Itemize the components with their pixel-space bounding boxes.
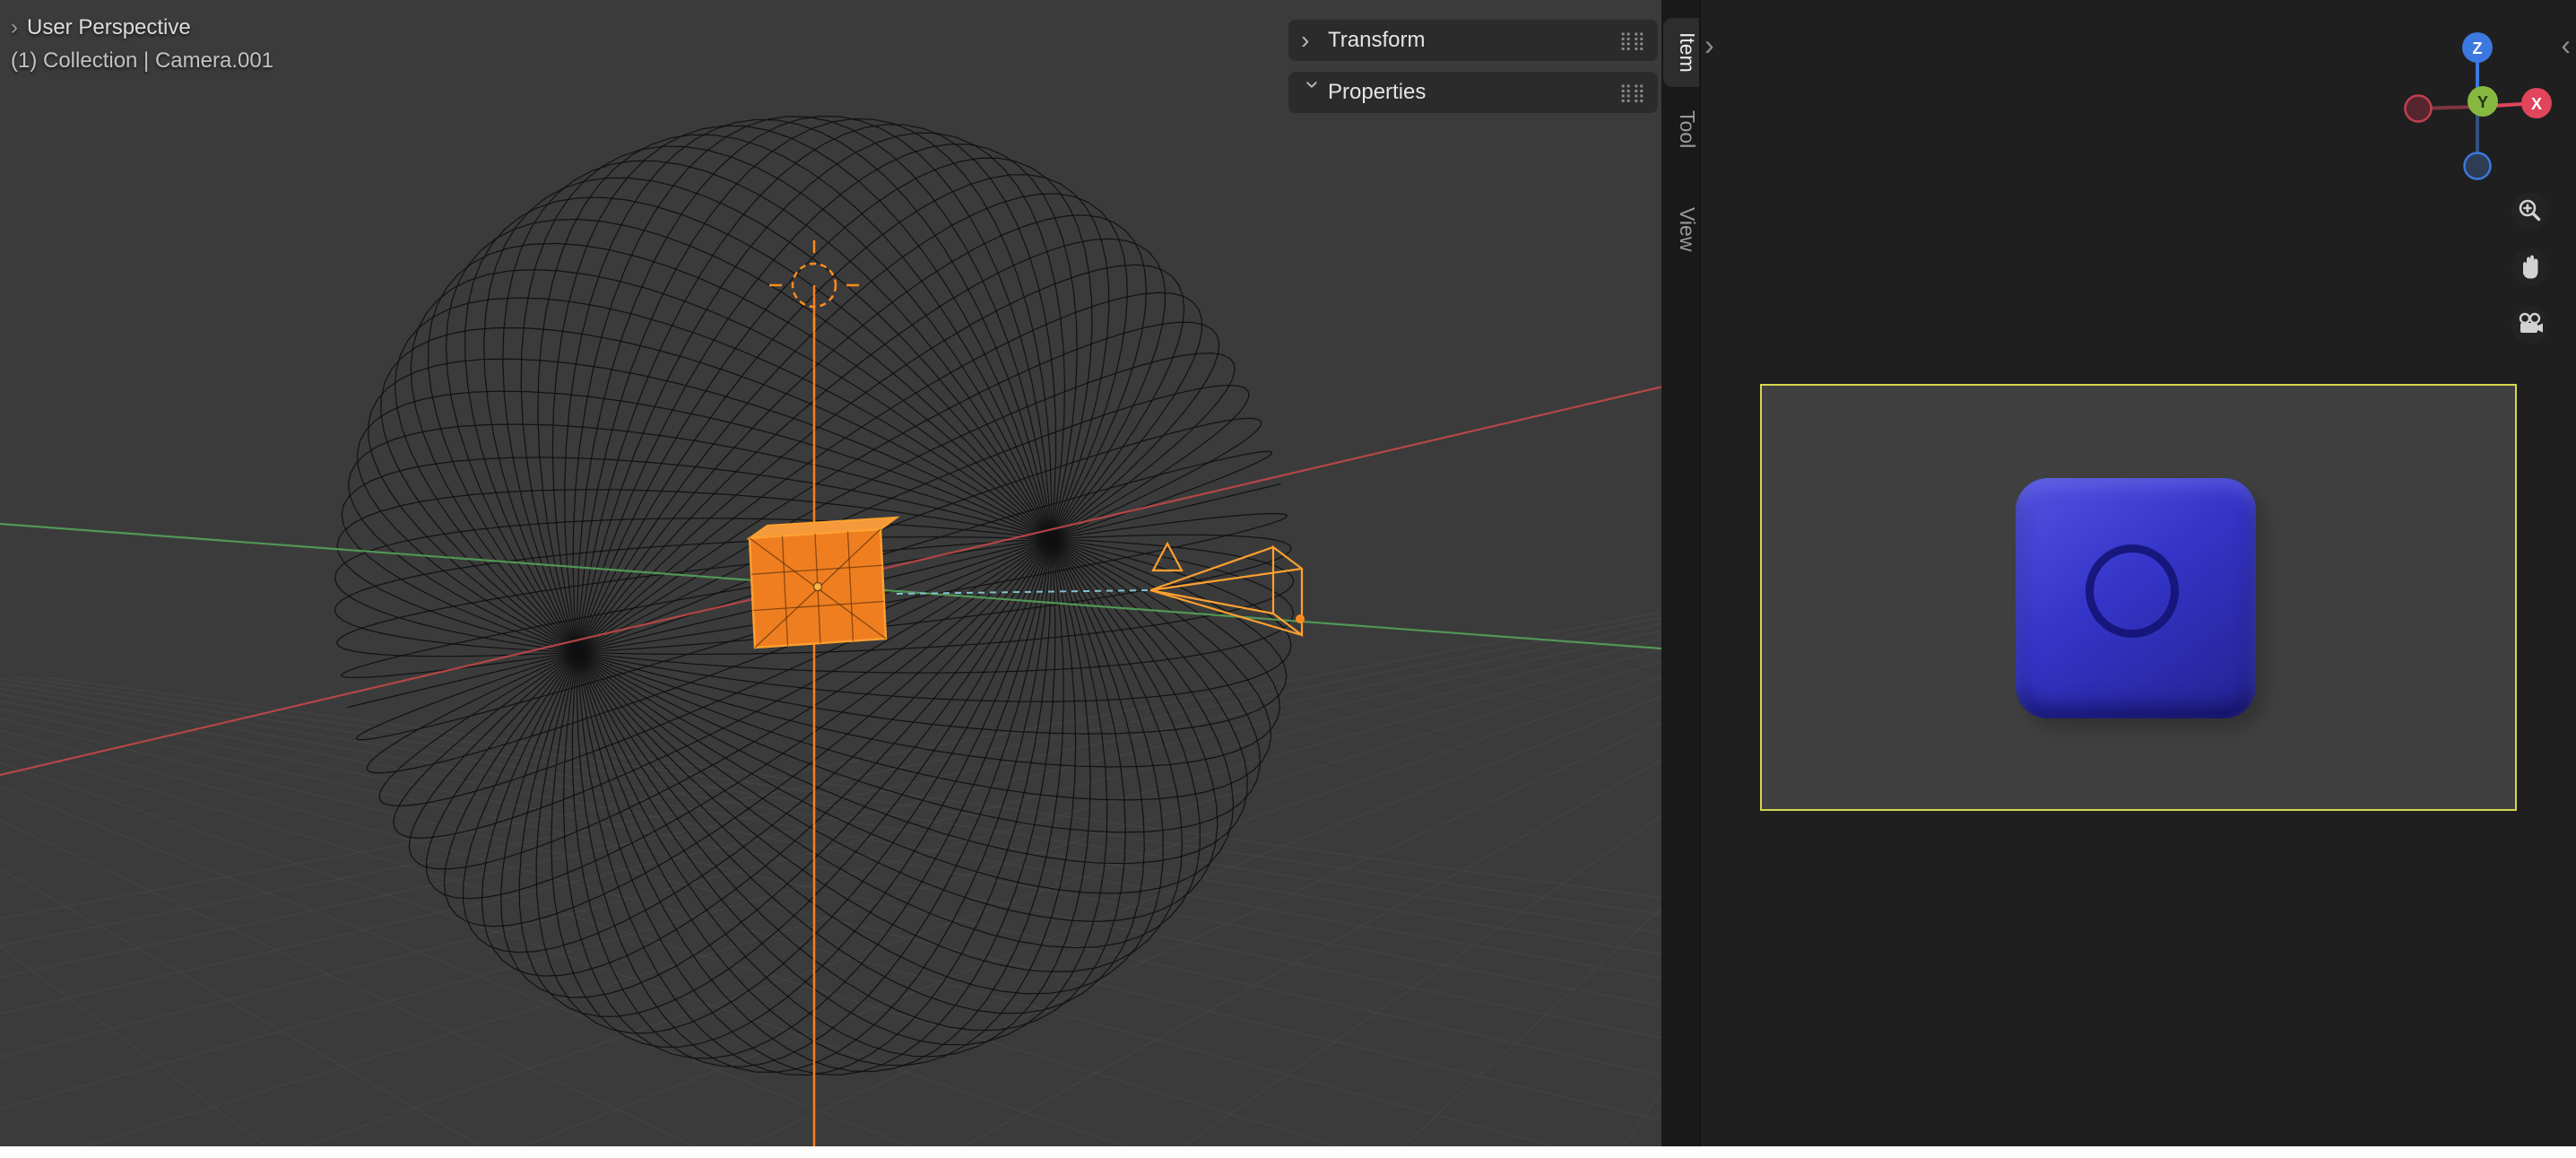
panel-label: Transform — [1328, 28, 1619, 53]
view-mode-label: User Perspective — [27, 15, 191, 39]
y-axis-label: Y — [2477, 93, 2488, 111]
viewport-header-line1: › User Perspective — [11, 11, 273, 44]
button-background — [2511, 192, 2549, 230]
3d-scene-canvas[interactable] — [0, 0, 1699, 1146]
camera-view-viewport[interactable]: › ‹ Z X Y — [1701, 0, 2576, 1146]
3d-viewport[interactable]: › User Perspective (1) Collection | Camer… — [0, 0, 1699, 1146]
sidebar-tab-strip: Item Tool View — [1661, 0, 1699, 1146]
panel-label: Properties — [1328, 80, 1619, 105]
breadcrumb: (1) Collection | Camera.001 — [11, 44, 273, 77]
chevron-down-icon[interactable]: › — [1299, 81, 1328, 108]
pan-button[interactable] — [2511, 248, 2550, 287]
camera-frame — [1760, 384, 2517, 811]
panel-header-properties[interactable]: › Properties ⣿⣿ — [1288, 72, 1658, 113]
neg-x-axis-ball[interactable] — [2406, 96, 2432, 122]
cube-face-circle — [2086, 544, 2179, 638]
panel-grip-icon[interactable]: ⣿⣿ — [1619, 82, 1645, 103]
tab-item[interactable]: Item — [1663, 18, 1699, 87]
panel-grip-icon[interactable]: ⣿⣿ — [1619, 30, 1645, 51]
region-expand-icon[interactable]: › — [1704, 29, 1714, 62]
x-axis-label: X — [2531, 95, 2542, 113]
bottom-strip — [0, 1146, 2576, 1158]
camera-view-button[interactable] — [2511, 305, 2550, 344]
z-axis-label: Z — [2473, 39, 2483, 57]
rendered-blue-cube[interactable] — [2016, 478, 2256, 718]
navigation-gizmo[interactable]: Z X Y — [2397, 26, 2558, 187]
chevron-right-icon[interactable]: › — [1301, 26, 1328, 55]
viewport-header: › User Perspective (1) Collection | Camer… — [11, 11, 273, 77]
header-collapse-icon[interactable]: › — [11, 15, 18, 39]
zoom-button[interactable] — [2511, 191, 2550, 231]
neg-z-axis-ball[interactable] — [2465, 153, 2491, 179]
tab-view[interactable]: View — [1663, 193, 1699, 266]
tab-tool[interactable]: Tool — [1663, 96, 1699, 162]
region-collapse-icon[interactable]: ‹ — [2561, 29, 2571, 62]
sidebar-n-panel: › Transform ⣿⣿ › Properties ⣿⣿ — [1288, 20, 1658, 124]
panel-header-transform[interactable]: › Transform ⣿⣿ — [1288, 20, 1658, 61]
